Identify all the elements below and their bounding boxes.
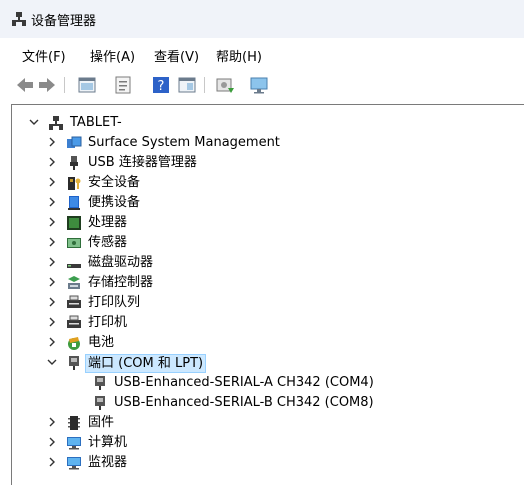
toolbar-separator <box>204 77 205 93</box>
menu-action[interactable]: 操作(A) <box>90 46 135 65</box>
tree-item-label: 端口 (COM 和 LPT) <box>85 354 207 373</box>
chevron-right-icon[interactable] <box>46 316 58 328</box>
device-tree[interactable]: TABLET- Surface System Management USB 连接… <box>11 104 524 485</box>
chevron-right-icon[interactable] <box>46 216 58 228</box>
chevron-down-icon[interactable] <box>28 116 40 128</box>
tree-item-label: 电池 <box>88 335 115 350</box>
printer-icon <box>66 315 82 331</box>
serial-port-icon <box>92 375 108 391</box>
system-management-icon <box>66 135 82 151</box>
properties-icon[interactable] <box>76 74 98 96</box>
tree-item-label: Surface System Management <box>88 135 280 150</box>
menu-bar: 文件(F) 操作(A) 查看(V) 帮助(H) <box>0 38 524 70</box>
computer-icon <box>66 435 82 451</box>
update-driver-icon[interactable] <box>214 74 236 96</box>
chevron-right-icon[interactable] <box>46 436 58 448</box>
resource-view-icon[interactable] <box>176 74 198 96</box>
security-device-icon <box>66 175 82 191</box>
tree-item-label: 固件 <box>88 415 115 430</box>
tree-item-label: 传感器 <box>88 235 128 250</box>
device-manager-icon <box>12 12 26 26</box>
serial-port-icon <box>92 395 108 411</box>
chevron-right-icon[interactable] <box>46 296 58 308</box>
title-bar: 设备管理器 <box>0 0 524 38</box>
computer-root-icon <box>48 115 64 131</box>
window-title: 设备管理器 <box>31 14 97 29</box>
chevron-down-icon[interactable] <box>46 356 58 368</box>
port-icon <box>66 355 82 371</box>
tree-item-label: 安全设备 <box>88 175 141 190</box>
chevron-right-icon[interactable] <box>46 236 58 248</box>
print-queue-icon <box>66 295 82 311</box>
view-icon[interactable] <box>112 74 134 96</box>
monitor-icon <box>66 455 82 471</box>
chevron-right-icon[interactable] <box>46 256 58 268</box>
tree-item-label: USB 连接器管理器 <box>88 155 197 170</box>
toolbar: ? <box>0 70 524 100</box>
tree-item-label: 监视器 <box>88 455 128 470</box>
menu-help[interactable]: 帮助(H) <box>216 46 262 65</box>
toolbar-separator <box>64 77 65 93</box>
chevron-right-icon[interactable] <box>46 176 58 188</box>
tree-item-label: 打印队列 <box>88 295 141 310</box>
tree-item-label: 存储控制器 <box>88 275 154 290</box>
chevron-right-icon[interactable] <box>46 156 58 168</box>
back-icon[interactable] <box>14 74 36 96</box>
storage-controller-icon <box>66 275 82 291</box>
help-icon[interactable]: ? <box>150 74 172 96</box>
disk-drive-icon <box>66 255 82 271</box>
svg-text:?: ? <box>158 79 165 94</box>
chevron-right-icon[interactable] <box>46 416 58 428</box>
sensor-icon <box>66 235 82 251</box>
tree-item-label: 磁盘驱动器 <box>88 255 154 270</box>
tree-item-label: 处理器 <box>88 215 128 230</box>
processor-icon <box>66 215 82 231</box>
portable-device-icon <box>66 195 82 211</box>
tree-root-label: TABLET- <box>70 115 122 130</box>
chevron-right-icon[interactable] <box>46 336 58 348</box>
usb-connector-icon <box>66 155 82 171</box>
battery-icon <box>66 335 82 351</box>
chevron-right-icon[interactable] <box>46 196 58 208</box>
chevron-right-icon[interactable] <box>46 276 58 288</box>
chevron-right-icon[interactable] <box>46 456 58 468</box>
tree-subitem-label: USB-Enhanced-SERIAL-B CH342 (COM8) <box>114 395 374 410</box>
tree-item-label: 便携设备 <box>88 195 141 210</box>
chevron-right-icon[interactable] <box>46 136 58 148</box>
firmware-icon <box>66 415 82 431</box>
tree-item-label: 打印机 <box>88 315 128 330</box>
tree-subitem-label: USB-Enhanced-SERIAL-A CH342 (COM4) <box>114 375 374 390</box>
tree-item-label: 计算机 <box>88 435 128 450</box>
forward-icon[interactable] <box>36 74 58 96</box>
menu-view[interactable]: 查看(V) <box>154 46 199 65</box>
scan-hardware-icon[interactable] <box>248 74 270 96</box>
menu-file[interactable]: 文件(F) <box>22 46 66 65</box>
